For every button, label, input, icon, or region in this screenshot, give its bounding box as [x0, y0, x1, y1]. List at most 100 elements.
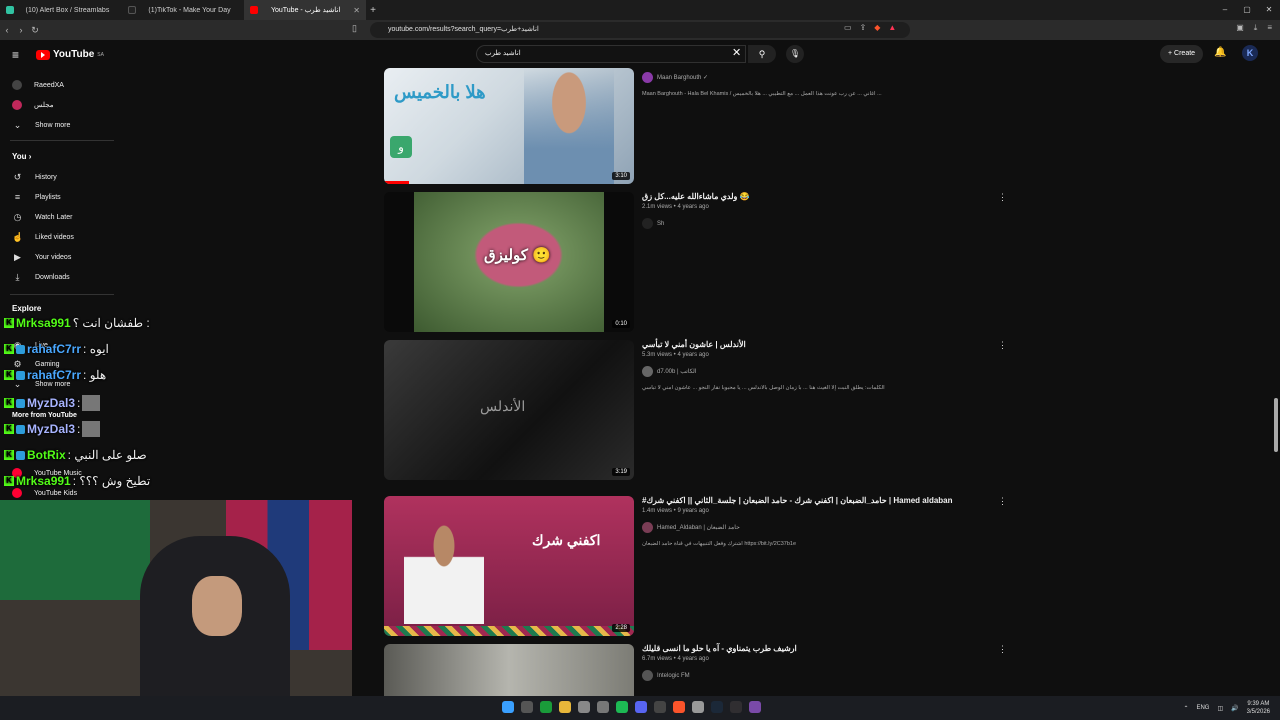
sidebar-item-watch-later[interactable]: ◷ Watch Later — [12, 212, 73, 223]
sidebar-item-youtube-kids[interactable]: YouTube Kids — [12, 488, 77, 498]
file-explorer-icon[interactable] — [559, 701, 571, 713]
sidebar-item-raeedxa[interactable]: RaeedXA — [12, 80, 64, 90]
sidebar-item-majlis[interactable]: مجلس — [12, 100, 54, 110]
xbox-icon[interactable] — [540, 701, 552, 713]
sidebar-show-more-subs[interactable]: ⌄ Show more — [12, 120, 71, 131]
close-tab-icon[interactable]: ✕ — [353, 6, 360, 15]
video-thumbnail[interactable]: هلا بالخميس و 3:10 — [384, 68, 634, 184]
video-thumbnail[interactable] — [384, 644, 634, 696]
sidebar-item-your-videos[interactable]: ▶ Your videos — [12, 252, 71, 263]
video-title[interactable]: الأندلس | عاشون أمني لا تبأسي — [642, 340, 1002, 349]
new-tab-button[interactable]: + — [366, 5, 380, 16]
close-window-icon[interactable]: ✕ — [1258, 0, 1280, 20]
back-icon[interactable]: ‹ — [0, 25, 14, 35]
sidebar-item-playlists[interactable]: ≡ Playlists — [12, 192, 61, 203]
subscriber-badge-icon — [16, 398, 25, 408]
bot-badge-icon — [16, 450, 25, 460]
volume-icon[interactable]: 🔊 — [1231, 705, 1238, 712]
youtube-play-icon — [36, 49, 50, 60]
video-meta: الأندلس | عاشون أمني لا تبأسي 5.3m views… — [642, 340, 1002, 391]
kick-icon: K — [4, 344, 14, 354]
share-icon[interactable]: ⇪ — [860, 23, 867, 32]
forward-icon[interactable]: › — [14, 25, 28, 35]
network-icon[interactable]: ◫ — [1217, 705, 1223, 712]
create-button[interactable]: + Create — [1160, 45, 1204, 63]
video-result[interactable]: الأندلس 3:19 الأندلس | عاشون أمني لا تبأ… — [384, 340, 1024, 480]
sidebar-item-history[interactable]: ↺ History — [12, 172, 57, 183]
reload-icon[interactable]: ↻ — [28, 25, 42, 36]
settings-icon[interactable] — [597, 701, 609, 713]
sidebar-you-heading[interactable]: You › — [12, 152, 31, 161]
browser-tab-youtube[interactable]: YouTube - اناشيد طرب ✕ — [244, 0, 366, 20]
clock[interactable]: 9:39 AM 3/5/2026 — [1247, 700, 1270, 716]
sidebar-toggle-icon[interactable]: ▣ — [1236, 23, 1244, 33]
avatar[interactable]: K — [1242, 45, 1258, 61]
cast-icon[interactable]: ▭ — [844, 23, 852, 32]
video-title[interactable]: ارشيف طرب يتمناوي - آه يا حلو ما انسى قل… — [642, 644, 1002, 653]
kick-icon: K — [4, 398, 14, 408]
brave-shield-icon[interactable]: ◆ — [874, 23, 880, 32]
chat-message: K BotRix : صلو على النبي — [4, 448, 147, 462]
minimize-icon[interactable]: – — [1214, 0, 1236, 20]
chat-message: K Mrksa991 طفشان انت ؟ : — [4, 316, 150, 330]
channel-avatar — [12, 80, 22, 90]
discord-icon[interactable] — [635, 701, 647, 713]
app-icon[interactable] — [578, 701, 590, 713]
channel-row[interactable]: Maan Barghouth ✓ — [642, 72, 1002, 83]
scrollbar[interactable] — [1274, 398, 1278, 452]
more-options-icon[interactable]: ⋮ — [998, 192, 1007, 203]
video-result[interactable]: هلا بالخميس و 3:10 Maan Barghouth ✓ Maan… — [384, 44, 1024, 184]
browser-tab-tiktok[interactable]: (1)TikTok - Make Your Day — [122, 0, 244, 20]
download-icon[interactable]: ⤓ — [1254, 23, 1258, 33]
video-meta: Maan Barghouth ✓ Maan Barghouth - Hala B… — [642, 72, 1002, 97]
spotify-icon[interactable] — [616, 701, 628, 713]
channel-row[interactable]: Sh — [642, 218, 1002, 229]
app-icon[interactable] — [692, 701, 704, 713]
language-indicator[interactable]: ENG — [1196, 705, 1209, 711]
obs-icon[interactable] — [730, 701, 742, 713]
brave-rewards-icon[interactable]: ▲ — [888, 23, 896, 32]
app-icon[interactable] — [749, 701, 761, 713]
calculator-icon[interactable] — [654, 701, 666, 713]
channel-row[interactable]: d7.00b | الكاتب — [642, 366, 1002, 377]
progress-bar — [384, 181, 409, 184]
video-result[interactable]: كوليزق 🙂 0:10 ولدي ماشاءالله عليه...كل ز… — [384, 192, 1024, 332]
url-field[interactable]: youtube.com/results?search_query=اناشيد+… — [370, 22, 910, 38]
browser-tab-streamlabs[interactable]: (10) Alert Box / Streamlabs — [0, 0, 122, 20]
subscriber-badge-icon — [16, 424, 25, 434]
notifications-icon[interactable]: 🔔 — [1214, 47, 1226, 58]
more-options-icon[interactable]: ⋮ — [998, 340, 1007, 351]
windows-start-icon[interactable] — [502, 701, 514, 713]
sidebar-item-liked-videos[interactable]: ☝ Liked videos — [12, 232, 74, 243]
thumbnail-caption: اكفني شرك — [532, 532, 601, 548]
more-options-icon[interactable]: ⋮ — [998, 496, 1007, 507]
menu-icon[interactable]: ≡ — [1267, 23, 1272, 33]
download-icon: ⤓ — [15, 272, 20, 282]
video-title[interactable]: #حامد_الضبعان | اكفني شرك - حامد الضبعان… — [642, 496, 1002, 505]
chat-message: K Mrksa991 : تطيخ وش ؟؟؟ — [4, 474, 150, 488]
video-thumbnail[interactable]: الأندلس 3:19 — [384, 340, 634, 480]
video-thumbnail[interactable]: اكفني شرك 2:28 — [384, 496, 634, 636]
video-title[interactable]: ولدي ماشاءالله عليه...كل زق 😂 — [642, 192, 1002, 201]
thumbnail-caption: كوليزق 🙂 — [484, 247, 551, 264]
more-options-icon[interactable]: ⋮ — [998, 644, 1007, 655]
subscriber-badge-icon — [16, 370, 25, 380]
channel-row[interactable]: Hamed_Aldaban | حامد الضبعان — [642, 522, 1002, 533]
sidebar-item-downloads[interactable]: ⤓ Downloads — [12, 272, 70, 283]
streamer-face — [192, 576, 242, 636]
youtube-logo[interactable]: YouTube SA — [36, 49, 104, 60]
maximize-icon[interactable]: ▢ — [1236, 0, 1258, 20]
channel-row[interactable]: Intelogic FM — [642, 670, 1002, 681]
thumbs-up-icon: ☝ — [12, 232, 24, 242]
video-description: Maan Barghouth - Hala Bel Khamis / أغاني… — [642, 91, 882, 97]
thumbnail-caption: الأندلس — [480, 398, 526, 414]
brave-icon[interactable] — [673, 701, 685, 713]
steam-icon[interactable] — [711, 701, 723, 713]
hamburger-icon[interactable]: ≡ — [12, 48, 19, 62]
tray-expand-icon[interactable]: ⌃ — [1183, 705, 1188, 712]
video-result[interactable]: ارشيف طرب يتمناوي - آه يا حلو ما انسى قل… — [384, 644, 1024, 696]
video-result[interactable]: اكفني شرك 2:28 #حامد_الضبعان | اكفني شرك… — [384, 496, 1024, 636]
search-icon[interactable] — [521, 701, 533, 713]
video-thumbnail[interactable]: كوليزق 🙂 0:10 — [384, 192, 634, 332]
bookmark-icon[interactable]: ▯ — [352, 23, 357, 34]
